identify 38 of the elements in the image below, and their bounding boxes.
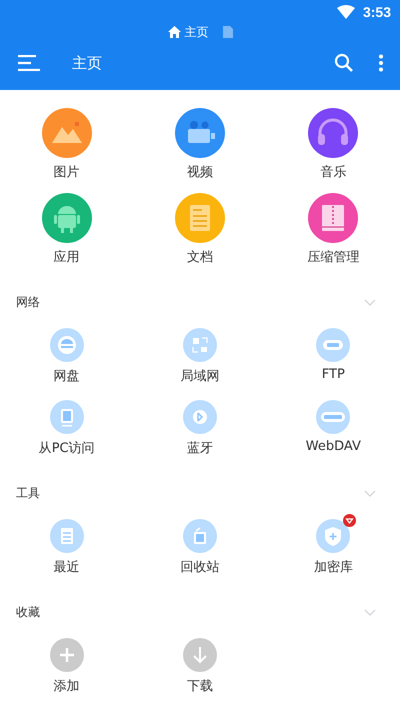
breadcrumb-item[interactable]: 主页 <box>168 24 208 40</box>
shortcut-button[interactable]: 网盘 <box>12 321 122 385</box>
category-button[interactable]: 应用 <box>12 193 122 266</box>
shortcut-button[interactable]: WebDAV <box>278 393 388 457</box>
shield-icon <box>316 519 350 553</box>
shortcut-button[interactable]: 最近 <box>12 512 122 576</box>
category-button[interactable]: 视频 <box>144 108 255 181</box>
menu-button[interactable] <box>18 55 40 71</box>
category-button[interactable]: 音乐 <box>278 108 388 181</box>
more-button[interactable] <box>378 54 384 72</box>
category-button[interactable]: 文档 <box>144 193 255 266</box>
cloud-icon <box>50 328 84 362</box>
network-icon <box>182 328 217 362</box>
toolbar-title: 主页 <box>72 54 103 72</box>
shortcut-button[interactable]: 回收站 <box>144 512 255 576</box>
section-title: 工具 <box>16 484 40 502</box>
category-button[interactable]: 图片 <box>12 108 122 181</box>
shortcut-button[interactable]: 从PC访问 <box>12 393 122 457</box>
clock-time: 3:53 <box>362 4 391 20</box>
category-button[interactable]: 压缩管理 <box>278 193 388 266</box>
file-icon <box>222 26 232 38</box>
shortcut-button[interactable]: 加密库 <box>278 512 388 576</box>
bin-icon <box>182 519 217 553</box>
monitor-icon <box>50 400 84 434</box>
shortcut-button[interactable]: 添加 <box>12 631 122 695</box>
plus-icon <box>50 638 84 672</box>
shortcut-button[interactable]: 下载 <box>144 631 255 695</box>
download-icon <box>182 638 217 672</box>
wifi-icon <box>336 5 355 19</box>
home-icon <box>168 26 180 38</box>
section-title: 收藏 <box>16 604 40 620</box>
document-icon <box>50 519 84 553</box>
section-title: 网络 <box>16 294 40 310</box>
search-button[interactable] <box>334 53 354 73</box>
shortcut-button[interactable]: 局域网 <box>144 321 255 385</box>
shortcut-button[interactable]: 蓝牙 <box>144 393 255 457</box>
shortcut-button[interactable]: FTP <box>278 321 388 385</box>
bluetooth-icon <box>182 400 217 434</box>
